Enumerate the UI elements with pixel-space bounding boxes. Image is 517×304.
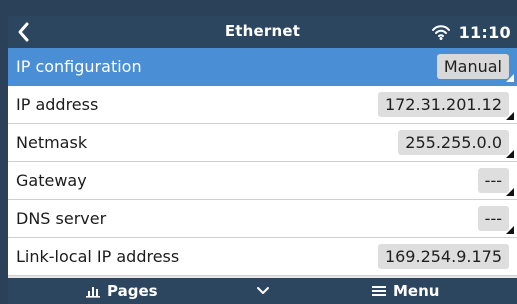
settings-list: IP configuration Manual IP address 172.3… [8,48,517,276]
menu-button[interactable]: Menu [371,278,439,304]
link-local-ip-label: Link-local IP address [16,247,180,266]
clock: 11:10 [458,22,511,42]
device-frame: Ethernet 11:10 IP configuration Manual I… [0,0,517,304]
link-local-ip-value[interactable]: 169.254.9.175 [377,244,509,269]
status-area: 11:10 [431,20,511,44]
scroll-down-button[interactable] [255,283,271,299]
netmask-value[interactable]: 255.255.0.0 [398,130,509,155]
corner-indicator-icon [506,188,514,196]
pages-chart-icon [86,287,100,298]
row-ip-configuration[interactable]: IP configuration Manual [8,48,517,86]
footer-bar: Pages Menu [8,278,517,304]
menu-label: Menu [393,282,440,300]
ethernet-screen: Ethernet 11:10 IP configuration Manual I… [8,16,517,304]
gateway-label: Gateway [16,171,87,190]
corner-indicator-icon [506,226,514,234]
gateway-value[interactable]: --- [477,168,509,193]
row-dns-server[interactable]: DNS server --- [8,200,517,238]
dns-server-label: DNS server [16,209,107,228]
pages-label: Pages [107,282,158,300]
header-bar: Ethernet 11:10 [8,16,517,48]
ip-configuration-value[interactable]: Manual [436,54,509,79]
ip-address-label: IP address [16,95,99,114]
corner-indicator-icon [506,150,514,158]
ip-address-value[interactable]: 172.31.201.12 [377,92,509,117]
row-netmask[interactable]: Netmask 255.255.0.0 [8,124,517,162]
corner-indicator-icon [506,112,514,120]
chevron-down-icon [257,287,269,294]
wifi-icon [431,25,450,40]
hamburger-menu-icon [372,286,386,296]
dns-server-value[interactable]: --- [477,206,509,231]
netmask-label: Netmask [16,133,88,152]
ip-configuration-label: IP configuration [16,57,142,76]
row-gateway[interactable]: Gateway --- [8,162,517,200]
row-link-local-ip[interactable]: Link-local IP address 169.254.9.175 [8,238,517,276]
pages-button[interactable]: Pages [85,278,158,304]
corner-indicator-icon [506,74,514,82]
row-ip-address[interactable]: IP address 172.31.201.12 [8,86,517,124]
